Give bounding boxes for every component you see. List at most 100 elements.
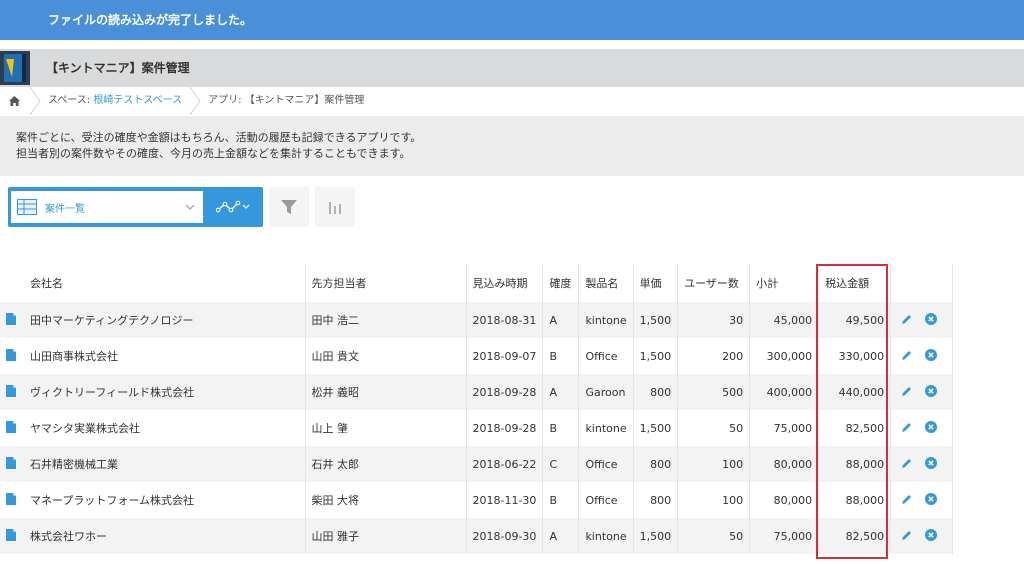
document-icon[interactable] xyxy=(6,348,16,361)
cell-contact: 石井 太郎 xyxy=(305,446,467,482)
cell-users: 30 xyxy=(677,302,751,338)
line-graph-icon xyxy=(215,200,249,213)
cell-company: 株式会社ワホー xyxy=(24,518,306,554)
table-row[interactable]: マネープラットフォーム株式会社 柴田 大将 2018-11-30 B Office 800… xyxy=(0,482,954,518)
view-selected-label: 案件一覧 xyxy=(45,203,85,215)
row-actions xyxy=(890,302,954,338)
breadcrumb-space-link[interactable]: 根崎テストスペース xyxy=(93,95,182,106)
col-date[interactable]: 見込み時期 xyxy=(466,264,544,302)
document-icon[interactable] xyxy=(6,420,16,433)
cell-date: 2018-08-31 xyxy=(466,302,544,338)
edit-icon[interactable] xyxy=(901,385,925,400)
record-detail-cell[interactable] xyxy=(0,410,24,446)
cell-users: 100 xyxy=(677,446,751,482)
edit-icon[interactable] xyxy=(901,313,925,328)
cell-contact: 松井 義昭 xyxy=(305,374,467,410)
table-row[interactable]: ヴィクトリーフィールド株式会社 松井 義昭 2018-09-28 A Garoon 800… xyxy=(0,374,954,410)
document-icon[interactable] xyxy=(6,312,16,325)
cell-price: 800 xyxy=(633,374,679,410)
cell-date: 2018-09-28 xyxy=(466,374,544,410)
cell-total: 88,000 xyxy=(818,446,892,482)
cell-date: 2018-09-07 xyxy=(466,338,544,374)
edit-icon[interactable] xyxy=(901,493,925,508)
filter-button[interactable] xyxy=(269,187,309,227)
app-header: 【キントマニア】案件管理 xyxy=(0,49,1024,87)
row-actions xyxy=(890,446,954,482)
col-total[interactable]: 税込金額 xyxy=(818,264,892,302)
graph-button[interactable] xyxy=(315,187,355,227)
col-price[interactable]: 単価 xyxy=(633,264,679,302)
row-actions xyxy=(890,518,954,554)
cell-product: Office xyxy=(578,446,634,482)
cell-company: ヤマシタ実業株式会社 xyxy=(24,410,306,446)
col-company[interactable]: 会社名 xyxy=(24,264,306,302)
cell-company: マネープラットフォーム株式会社 xyxy=(24,482,306,518)
delete-icon[interactable] xyxy=(925,384,939,400)
table-row[interactable]: 田中マーケティングテクノロジー 田中 浩二 2018-08-31 Akintone 1,… xyxy=(0,302,954,338)
cell-total: 49,500 xyxy=(818,302,892,338)
description-line: 案件ごとに、受注の確度や金額はもちろん、活動の履歴も記録できるアプリです。 xyxy=(16,131,422,144)
cell-price: 1,500 xyxy=(633,410,679,446)
app-title: 【キントマニア】案件管理 xyxy=(46,61,190,75)
table-row[interactable]: 株式会社ワホー 山田 雅子 2018-09-30 Akintone 1,500 50 75,… xyxy=(0,518,954,554)
record-detail-cell[interactable] xyxy=(0,482,24,518)
cell-users: 200 xyxy=(677,338,751,374)
cell-price: 800 xyxy=(633,446,679,482)
edit-icon[interactable] xyxy=(901,529,925,544)
cell-product: Office xyxy=(578,338,634,374)
cell-contact: 柴田 大将 xyxy=(305,482,467,518)
table-row[interactable]: ヤマシタ実業株式会社 山上 肇 2018-09-28 Bkintone 1,500 50 7… xyxy=(0,410,954,446)
col-certainty[interactable]: 確度 xyxy=(542,264,580,302)
delete-icon[interactable] xyxy=(925,348,939,364)
cell-contact: 山上 肇 xyxy=(305,410,467,446)
document-icon[interactable] xyxy=(6,456,16,469)
record-detail-cell[interactable] xyxy=(0,446,24,482)
cell-total: 330,000 xyxy=(818,338,892,374)
cell-subtotal: 400,000 xyxy=(749,374,820,410)
delete-icon[interactable] xyxy=(925,456,939,472)
cell-price: 1,500 xyxy=(633,338,679,374)
description-line: 担当者別の案件数やその確度、今月の売上金額などを集計することもできます。 xyxy=(16,147,411,160)
delete-icon[interactable] xyxy=(925,312,939,328)
edit-icon[interactable] xyxy=(901,349,925,364)
delete-icon[interactable] xyxy=(925,492,939,508)
home-icon[interactable] xyxy=(0,87,28,115)
edit-icon[interactable] xyxy=(901,457,925,472)
row-actions xyxy=(890,374,954,410)
cell-total: 82,500 xyxy=(818,410,892,446)
cell-price: 1,500 xyxy=(633,302,679,338)
view-dropdown[interactable]: 案件一覧 xyxy=(11,191,203,223)
cell-date: 2018-11-30 xyxy=(466,482,544,518)
record-detail-cell[interactable] xyxy=(0,302,24,338)
col-contact[interactable]: 先方担当者 xyxy=(305,264,467,302)
col-subtotal[interactable]: 小計 xyxy=(749,264,820,302)
document-icon[interactable] xyxy=(6,492,16,505)
cell-subtotal: 75,000 xyxy=(749,410,820,446)
view-selector[interactable]: 案件一覧 xyxy=(8,187,263,227)
cell-subtotal: 45,000 xyxy=(749,302,820,338)
record-detail-cell[interactable] xyxy=(0,374,24,410)
table-view-icon xyxy=(17,199,37,215)
graph-menu-button[interactable] xyxy=(202,187,263,227)
record-detail-cell[interactable] xyxy=(0,518,24,554)
col-product[interactable]: 製品名 xyxy=(578,264,634,302)
table-row[interactable]: 山田商事株式会社 山田 貴文 2018-09-07 B Office 1,500 200 30… xyxy=(0,338,954,374)
notification-text: ファイルの読み込みが完了しました。 xyxy=(48,13,253,27)
record-detail-cell[interactable] xyxy=(0,338,24,374)
row-actions xyxy=(890,410,954,446)
edit-icon[interactable] xyxy=(901,421,925,436)
delete-icon[interactable] xyxy=(925,528,939,544)
document-icon[interactable] xyxy=(6,528,16,541)
delete-icon[interactable] xyxy=(925,420,939,436)
cell-certainty: A xyxy=(542,518,580,554)
document-icon[interactable] xyxy=(6,384,16,397)
cell-product: Office xyxy=(578,482,634,518)
table-row[interactable]: 石井精密機械工業 石井 太郎 2018-06-22 C Office 800 100 80,0… xyxy=(0,446,954,482)
col-users[interactable]: ユーザー数 xyxy=(677,264,751,302)
cell-subtotal: 75,000 xyxy=(749,518,820,554)
notification-bar: ファイルの読み込みが完了しました。 xyxy=(0,0,1024,40)
cell-users: 50 xyxy=(677,410,751,446)
cell-contact: 山田 貴文 xyxy=(305,338,467,374)
cell-date: 2018-09-30 xyxy=(466,518,544,554)
breadcrumb-space[interactable]: スペース: 根崎テストスペース xyxy=(42,87,188,115)
